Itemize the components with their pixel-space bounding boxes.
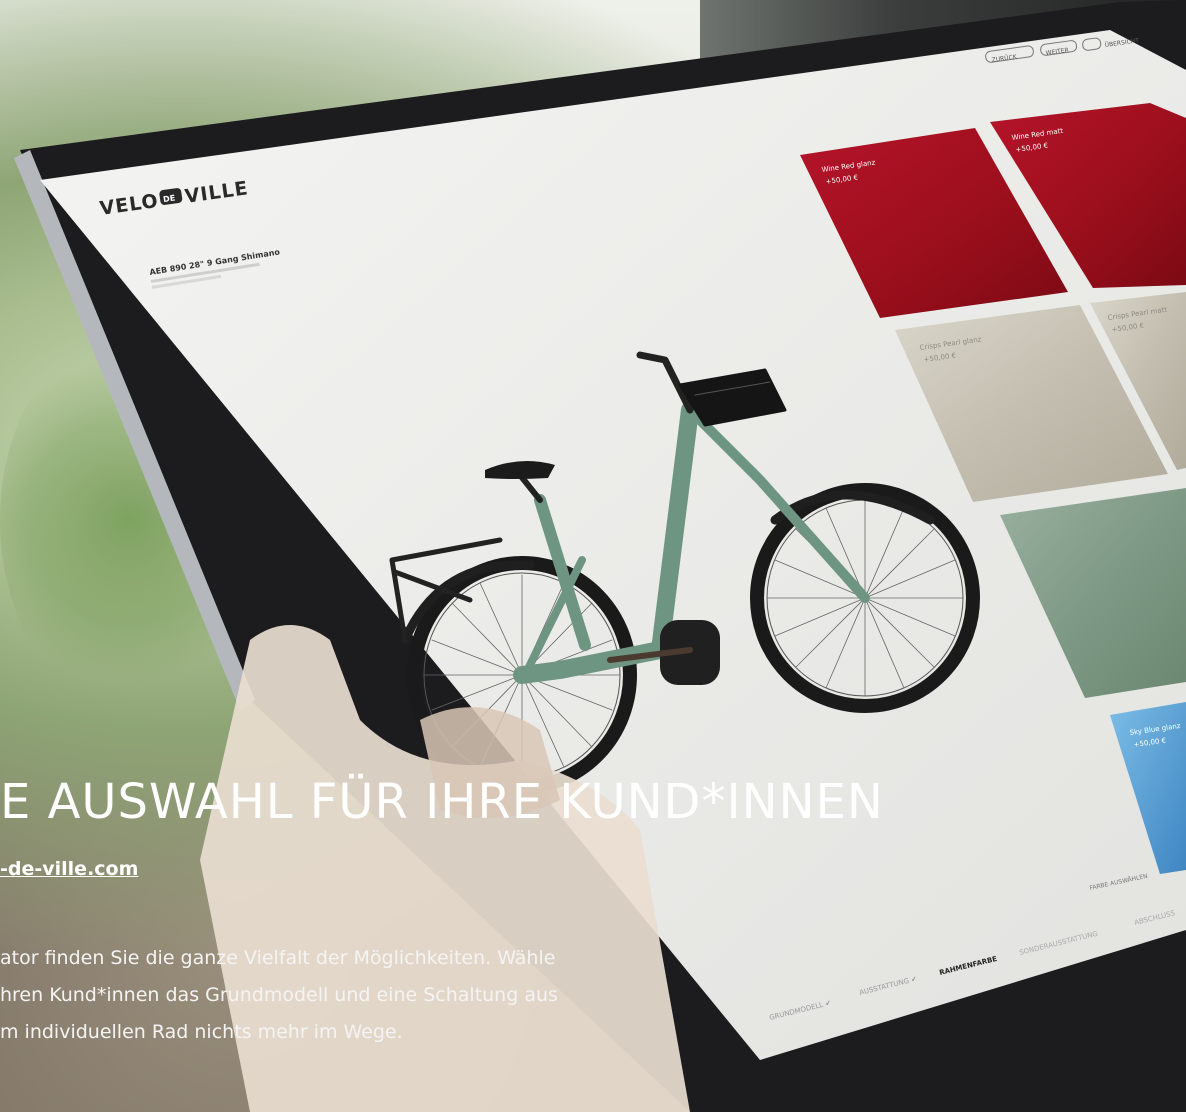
intro-text: ator finden Sie die ganze Vielfalt der M…	[0, 940, 720, 1051]
intro-line-3: m individuellen Rad nichts mehr im Wege.	[0, 1021, 403, 1043]
intro-line-1: ator finden Sie die ganze Vielfalt der M…	[0, 947, 556, 969]
svg-text:DE: DE	[163, 193, 176, 204]
website-link[interactable]: -de-ville.com	[0, 858, 138, 880]
intro-line-2: hren Kund*innen das Grundmodell und eine…	[0, 984, 558, 1006]
headline: E AUSWAHL FÜR IHRE KUND*INNEN	[0, 774, 884, 830]
